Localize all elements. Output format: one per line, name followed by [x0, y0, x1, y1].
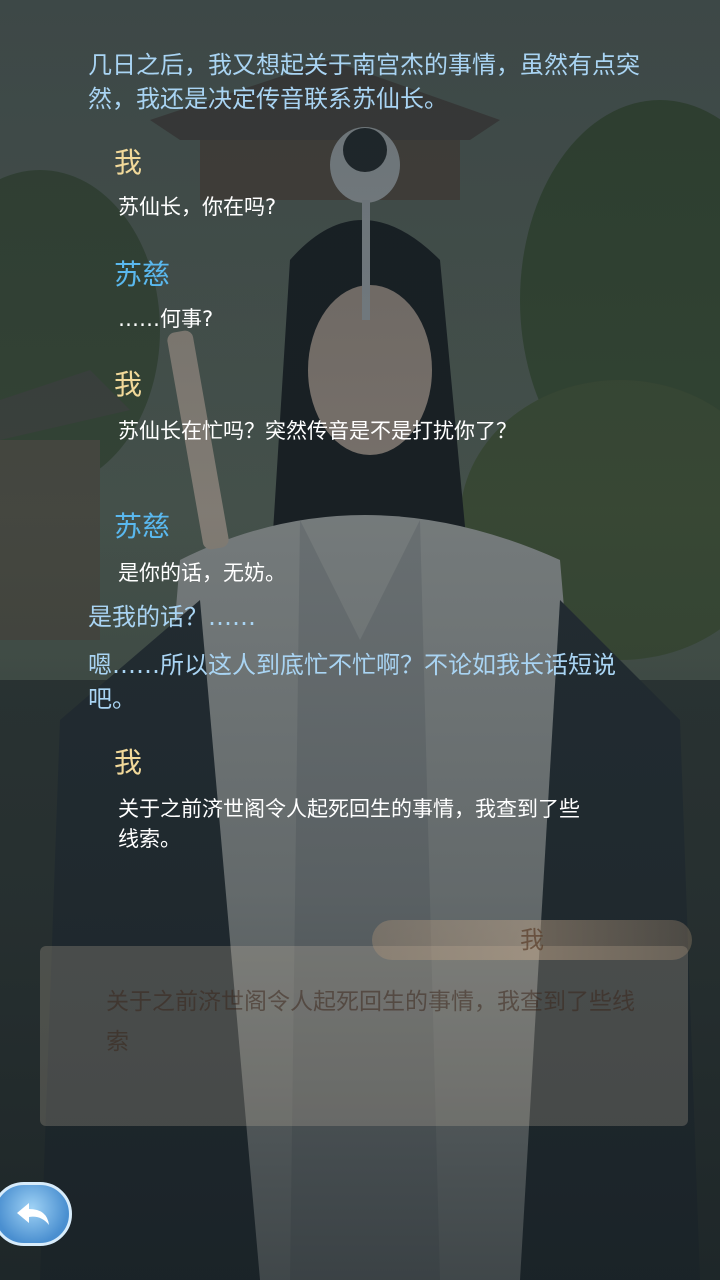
- speaker-name-me: 我: [114, 746, 143, 779]
- narration-text: 是我的话？……: [88, 603, 256, 631]
- dialogue-line: 苏仙长，你在吗?: [118, 195, 277, 219]
- dialogue-line: 是你的话，无妨。: [118, 561, 286, 585]
- narration-text: 几日之后，我又想起关于南宫杰的事情，虽然有点突然，我还是决定传音联系苏仙长。: [88, 51, 640, 113]
- dialogue-line: 关于之前济世阁令人起死回生的事情，我查到了些线索。: [118, 797, 580, 851]
- speaker-name-me: 我: [114, 368, 143, 401]
- narration-text: 嗯……所以这人到底忙不忙啊？不论如我长话短说吧。: [88, 651, 616, 713]
- back-button[interactable]: [0, 1182, 72, 1246]
- dialogue-line: ……何事?: [118, 307, 214, 331]
- nameplate-name: 我: [520, 926, 544, 954]
- dialogue-line: 苏仙长在忙吗？突然传音是不是打扰你了？: [118, 419, 517, 443]
- speaker-name-me: 我: [114, 146, 143, 179]
- speaker-name-suci: 苏慈: [114, 258, 171, 291]
- speaker-nameplate: 我: [372, 920, 692, 960]
- back-arrow-icon: [17, 1203, 49, 1225]
- speaker-name-suci: 苏慈: [114, 510, 171, 543]
- dialogue-box-text: 关于之前济世阁令人起死回生的事情，我查到了些线索: [106, 989, 635, 1055]
